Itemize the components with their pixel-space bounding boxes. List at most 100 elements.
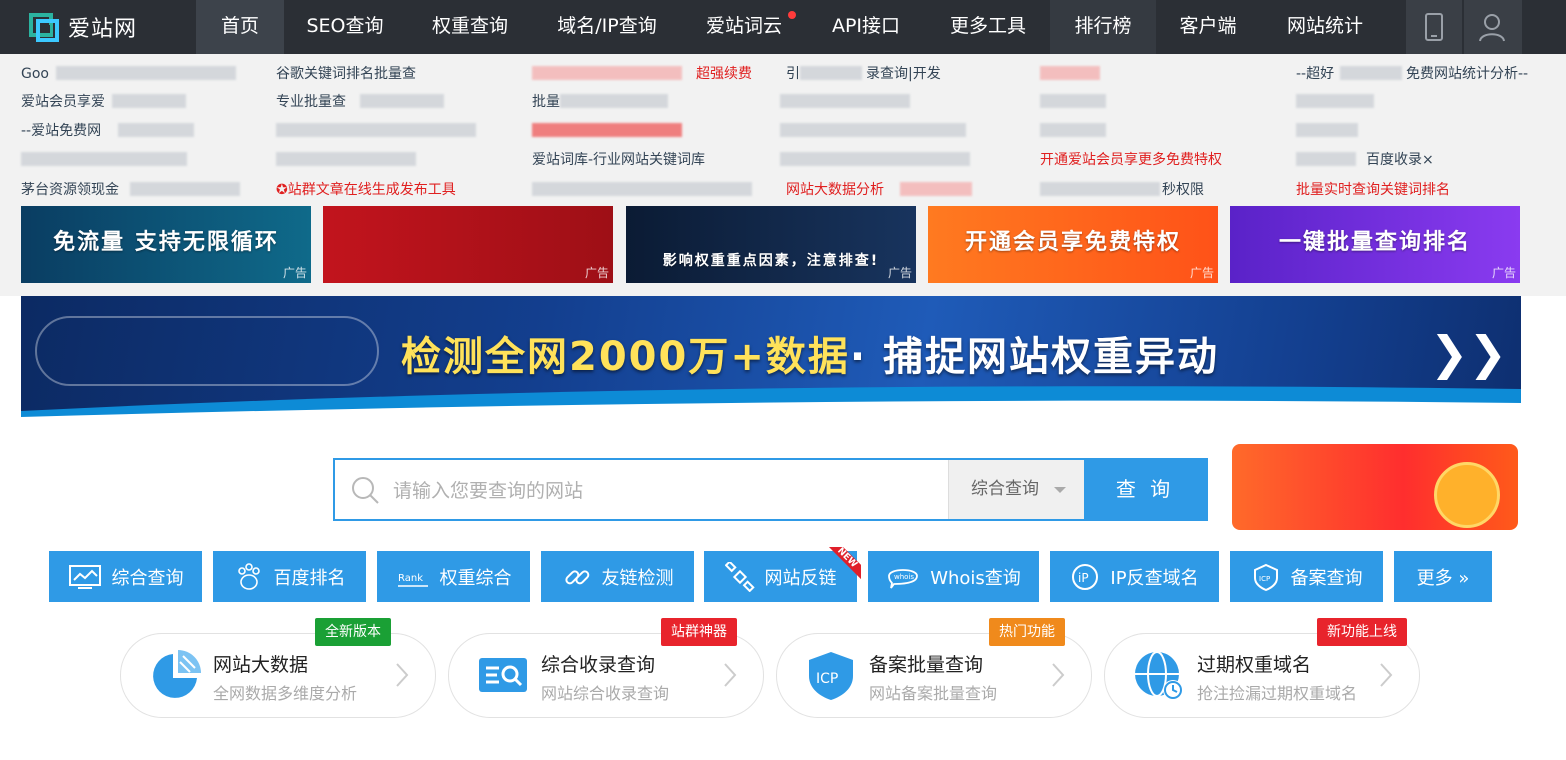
promo-link[interactable]: 网站大数据分析: [786, 180, 884, 200]
promo-link[interactable]: 超强续费: [696, 64, 752, 84]
nav-seo[interactable]: SEO查询: [296, 0, 394, 54]
site-logo[interactable]: 爱站网: [28, 10, 137, 44]
nav-ranking[interactable]: 排行榜: [1050, 0, 1156, 54]
query-type-select[interactable]: 综合查询: [948, 460, 1084, 519]
svg-text:iP: iP: [1078, 571, 1089, 585]
top-nav: 爱站网 首页 SEO查询 权重查询 域名/IP查询 爱站词云 API接口 更多工…: [0, 0, 1566, 54]
icp-icon: ICP: [1253, 563, 1278, 591]
blurred-text: [360, 94, 444, 108]
blurred-text: [112, 94, 186, 108]
promo-link[interactable]: 引: [786, 64, 800, 84]
nav-stats[interactable]: 网站统计: [1270, 0, 1380, 54]
nav-wordcloud[interactable]: 爱站词云: [696, 0, 792, 54]
search-icon: [352, 477, 379, 504]
nav-home[interactable]: 首页: [196, 0, 284, 54]
chevron-right-icon: [724, 663, 737, 687]
nav-weight[interactable]: 权重查询: [418, 0, 522, 54]
ad-text: 影响权重重点因素，注意排查!: [662, 253, 880, 269]
svg-text:Rank: Rank: [398, 573, 423, 584]
card-title: 综合收录查询: [541, 654, 656, 676]
pie-chart-icon: [153, 650, 201, 698]
card-tag: 全新版本: [315, 618, 391, 646]
feature-card-bigdata[interactable]: 网站大数据 全网数据多维度分析 全新版本: [120, 618, 436, 718]
logo-text: 爱站网: [68, 17, 138, 42]
blurred-text: [780, 94, 910, 108]
paw-icon: [237, 562, 260, 590]
tool-weight-overall[interactable]: Rank 权重综合: [377, 551, 530, 602]
card-title: 网站大数据: [213, 654, 309, 676]
ad-text: 一键批量查询排名: [1278, 230, 1471, 255]
card-title: 过期权重域名: [1197, 654, 1312, 676]
user-icon: [1479, 14, 1505, 42]
tool-overall-query[interactable]: 综合查询: [49, 551, 202, 602]
ad-tile[interactable]: 影响权重重点因素，注意排查! 广告: [626, 206, 916, 283]
ad-label: 广告: [887, 266, 912, 280]
tool-more[interactable]: 更多 »: [1394, 551, 1492, 602]
blurred-text: [800, 66, 862, 80]
nav-api[interactable]: API接口: [820, 0, 912, 54]
tool-baidu-rank[interactable]: 百度排名: [213, 551, 366, 602]
blurred-text: [56, 66, 236, 80]
promo-link[interactable]: 茅台资源领现金: [21, 180, 119, 200]
user-button[interactable]: [1464, 0, 1522, 54]
promo-link[interactable]: --超好: [1296, 64, 1334, 84]
ad-text: 免流量 支持无限循环: [53, 230, 279, 255]
ad-tile[interactable]: 开通会员享免费特权 广告: [928, 206, 1218, 283]
query-type-value: 综合查询: [971, 479, 1039, 499]
promo-link[interactable]: 开通爱站会员享更多免费特权: [1040, 150, 1222, 170]
tool-backlinks[interactable]: 网站反链 NEW: [704, 547, 861, 602]
blurred-text: [532, 123, 682, 137]
card-subtitle: 全网数据多维度分析: [213, 684, 358, 703]
ad-tile[interactable]: 一键批量查询排名 广告: [1230, 206, 1520, 283]
tool-ip-reverse[interactable]: iP IP反查域名: [1050, 551, 1219, 602]
card-tag: 新功能上线: [1317, 618, 1407, 646]
promo-link[interactable]: 批量实时查询关键词排名: [1296, 180, 1450, 200]
feature-card-icp-batch[interactable]: ICP 备案批量查询 网站备案批量查询 热门功能: [776, 618, 1092, 718]
vip-ad[interactable]: [1232, 444, 1518, 530]
promo-link[interactable]: 爱站会员享爱: [21, 92, 105, 112]
promo-link[interactable]: Goo: [21, 64, 49, 84]
caret-down-icon: [1054, 487, 1066, 493]
monitor-icon: [68, 564, 101, 589]
list-search-icon: [479, 658, 527, 692]
feature-card-index-query[interactable]: 综合收录查询 网站综合收录查询 站群神器: [448, 618, 764, 718]
promo-link[interactable]: 免费网站统计分析--: [1406, 64, 1528, 84]
blurred-text: [21, 152, 187, 166]
search-button[interactable]: 查 询: [1084, 460, 1206, 519]
nav-client[interactable]: 客户端: [1166, 0, 1250, 54]
mobile-button[interactable]: [1406, 0, 1462, 54]
ad-text: 开通会员享免费特权: [964, 230, 1181, 255]
promo-link[interactable]: 专业批量查: [276, 92, 346, 112]
promo-link[interactable]: 百度收录×: [1366, 150, 1434, 170]
blurred-text: [1296, 94, 1374, 108]
link-icon: [564, 569, 589, 584]
tool-friend-link[interactable]: 友链检测: [541, 551, 694, 602]
banner-headline: 检测全网2000万+数据· 捕捉网站权重异动: [401, 334, 1219, 380]
logo-icon: [29, 13, 59, 42]
banner-wave: [21, 386, 1521, 421]
icp-shield-icon: ICP: [809, 652, 853, 700]
blurred-text: [1040, 182, 1160, 196]
promo-link[interactable]: 谷歌关键词排名批量查: [276, 64, 416, 84]
tool-icp-query[interactable]: ICP 备案查询: [1230, 551, 1383, 602]
search-input[interactable]: [391, 460, 945, 521]
ad-tile[interactable]: 广告: [323, 206, 613, 283]
nav-domain-ip[interactable]: 域名/IP查询: [546, 0, 668, 54]
blurred-text: [780, 123, 966, 137]
blurred-text: [560, 94, 668, 108]
promo-link[interactable]: 爱站词库-行业网站关键词库: [532, 150, 705, 170]
promo-link[interactable]: ✪站群文章在线生成发布工具: [276, 180, 456, 200]
ad-tile[interactable]: 免流量 支持无限循环 广告: [21, 206, 311, 283]
promo-link[interactable]: 录查询|开发: [866, 64, 941, 84]
search-bar: 综合查询 查 询: [333, 458, 1208, 521]
promo-link[interactable]: --爱站免费网: [21, 121, 101, 141]
blurred-text: [780, 152, 970, 166]
feature-card-expired-domain[interactable]: 过期权重域名 抢注捡漏过期权重域名 新功能上线: [1104, 618, 1420, 718]
blurred-text: [1040, 94, 1106, 108]
promo-link[interactable]: 批量: [532, 92, 560, 112]
tool-whois[interactable]: whois Whois查询: [868, 551, 1039, 602]
promo-link[interactable]: 秒权限: [1162, 180, 1204, 200]
globe-clock-icon: [1135, 651, 1183, 700]
nav-more-tools[interactable]: 更多工具: [926, 0, 1050, 54]
main-banner[interactable]: 检测全网2000万+数据· 捕捉网站权重异动 ❯❯: [21, 296, 1521, 421]
